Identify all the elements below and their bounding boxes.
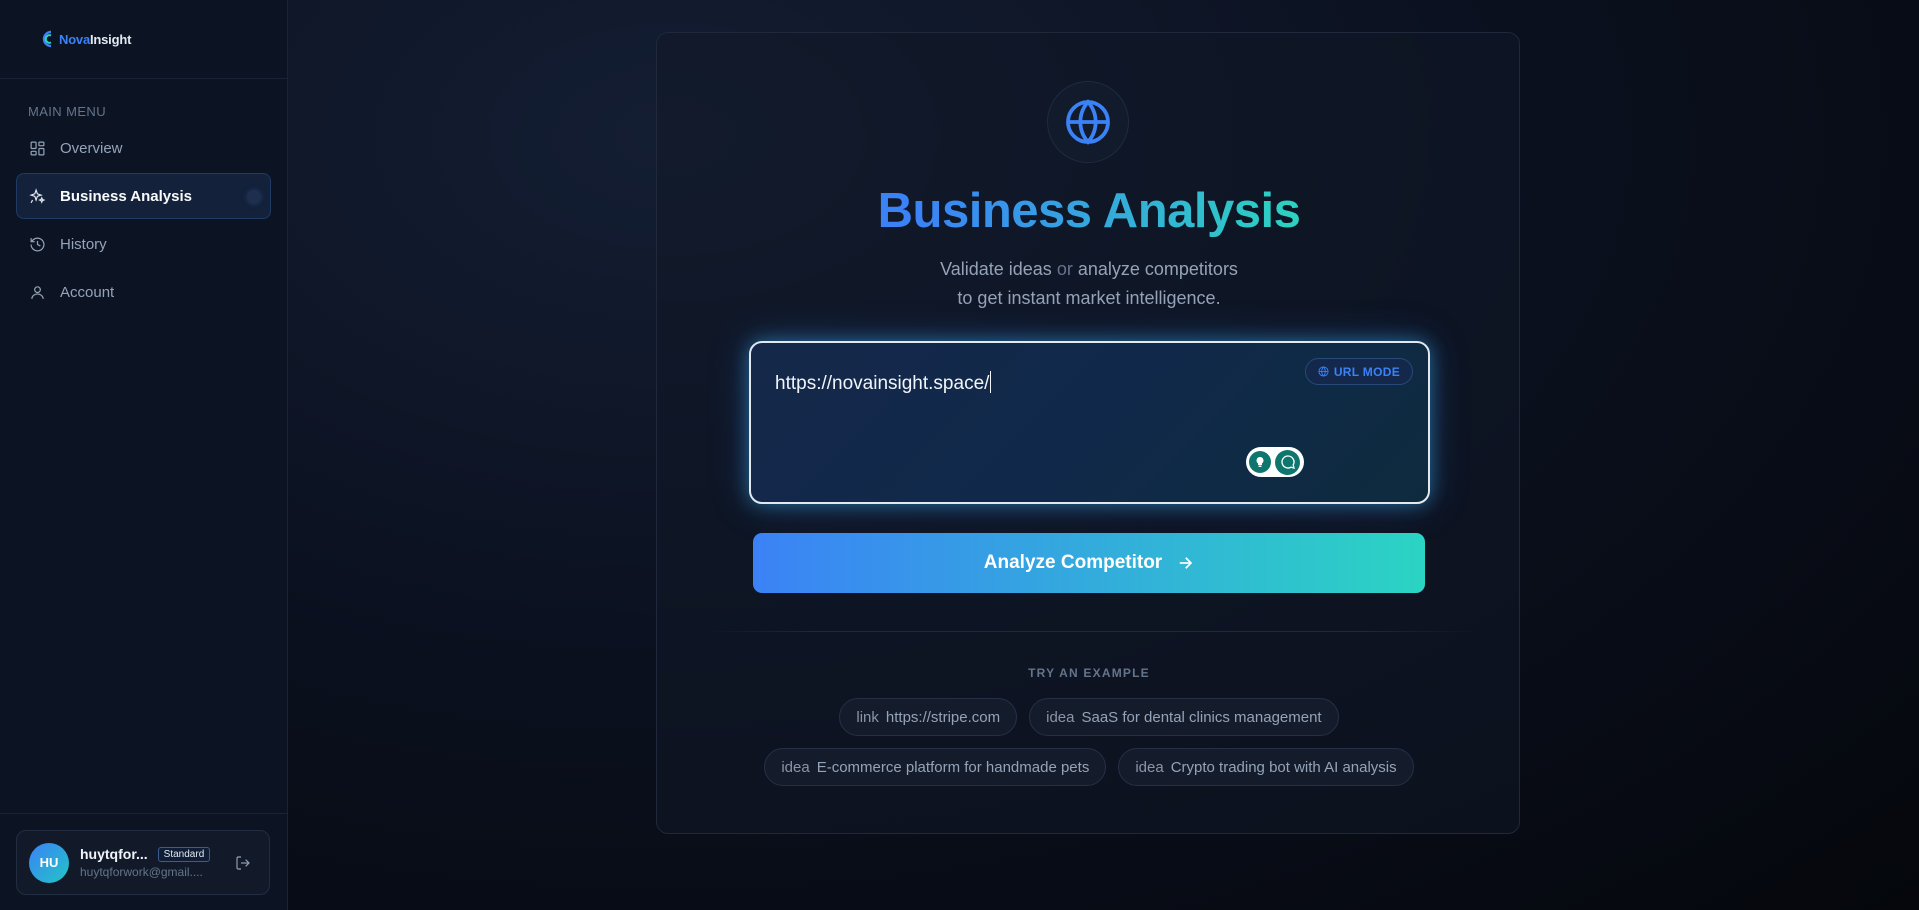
logo-mark-icon <box>42 30 52 48</box>
user-info: huytqfor... Standard huytqforwork@gmail.… <box>80 846 220 879</box>
main-nav: Overview Business Analysis History Accou… <box>16 125 271 317</box>
sidebar-item-business-analysis[interactable]: Business Analysis <box>16 173 271 219</box>
example-chip[interactable]: idea E-commerce platform for handmade pet… <box>764 748 1107 786</box>
sidebar-item-label: Overview <box>60 139 123 157</box>
sidebar: NovaInsight MAIN MENU Overview Business … <box>0 0 288 910</box>
logo-bar: NovaInsight <box>0 0 287 79</box>
sidebar-item-account[interactable]: Account <box>16 269 271 315</box>
analyze-competitor-button[interactable]: Analyze Competitor <box>753 533 1425 593</box>
examples-row: idea E-commerce platform for handmade pet… <box>657 748 1521 786</box>
divider <box>701 631 1477 632</box>
chat-bubble-icon[interactable] <box>1275 449 1300 475</box>
sparkles-icon <box>29 187 46 204</box>
page-subtitle: Validate ideas or analyze competitors to… <box>940 259 1238 308</box>
text-caret <box>990 371 992 393</box>
history-icon <box>30 237 45 251</box>
user-email: huytqforwork@gmail.... <box>80 865 203 879</box>
menu-section-title: MAIN MENU <box>28 104 106 119</box>
user-name: huytqfor... <box>80 846 148 862</box>
sidebar-item-label: Business Analysis <box>60 187 193 205</box>
url-mode-badge: URL MODE <box>1304 358 1413 385</box>
grid-icon <box>30 141 45 155</box>
page-title: Business Analysis <box>657 183 1521 239</box>
user-card[interactable]: HU huytqfor... Standard huytqforwork@gma… <box>16 830 270 895</box>
example-chip[interactable]: link https://stripe.com <box>839 698 1018 736</box>
example-chip[interactable]: idea SaaS for dental clinics management <box>1029 698 1339 736</box>
assistant-widget[interactable] <box>1246 447 1304 477</box>
example-chip[interactable]: idea Crypto trading bot with AI analysis <box>1118 748 1414 786</box>
lightbulb-icon[interactable] <box>1249 451 1271 473</box>
sidebar-item-label: History <box>60 235 107 253</box>
avatar: HU <box>29 842 69 883</box>
globe-badge <box>1047 81 1129 163</box>
sidebar-item-history[interactable]: History <box>16 221 271 267</box>
sidebar-item-label: Account <box>60 283 115 301</box>
logo[interactable]: NovaInsight <box>40 29 131 49</box>
globe-small-icon <box>1318 366 1329 377</box>
analysis-input[interactable]: https://novainsight.space/ URL MODE <box>749 341 1430 504</box>
input-value[interactable]: https://novainsight.space/ <box>775 371 992 395</box>
active-indicator <box>248 191 260 203</box>
logo-text: NovaInsight <box>59 31 132 47</box>
sidebar-footer: HU huytqfor... Standard huytqforwork@gma… <box>0 813 287 910</box>
logout-icon[interactable] <box>235 855 251 871</box>
examples-row: link https://stripe.com idea SaaS for dent… <box>657 698 1521 736</box>
user-icon <box>31 285 44 299</box>
examples-title: TRY AN EXAMPLE <box>1028 666 1150 680</box>
globe-icon <box>1066 99 1110 145</box>
arrow-right-icon <box>1179 557 1193 569</box>
plan-badge: Standard <box>157 846 211 862</box>
analysis-card: Business Analysis Validate ideas or anal… <box>656 32 1520 834</box>
sidebar-item-overview[interactable]: Overview <box>16 125 271 171</box>
